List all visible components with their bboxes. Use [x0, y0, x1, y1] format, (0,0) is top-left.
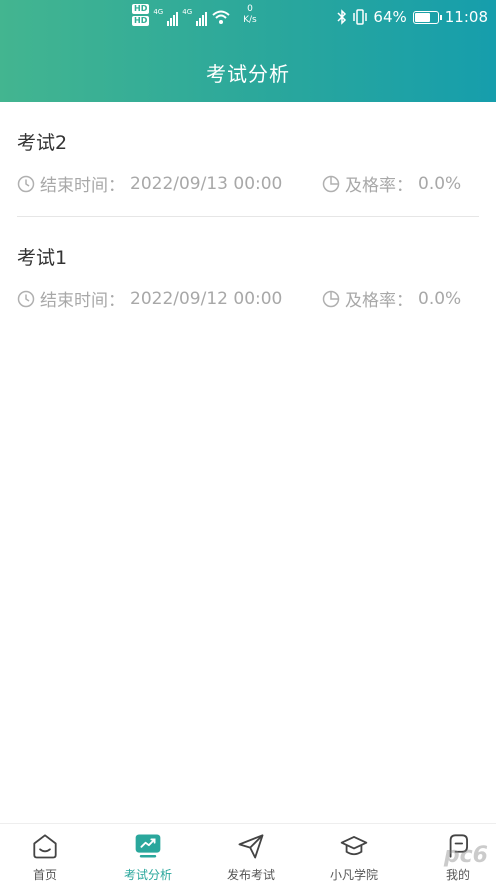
status-left: HD HD 4G 4G 0 K/s: [132, 4, 257, 26]
pie-chart-icon: [322, 290, 340, 307]
clock: 11:08: [444, 8, 488, 26]
tab-label: 首页: [32, 868, 57, 882]
exam-list: 考试2 结束时间： 2022/09/13 00:00 及格率： 0.0% 考试1…: [0, 102, 496, 332]
chart-icon: [135, 834, 161, 858]
tab-label: 我的: [445, 868, 470, 882]
tab-label: 发布考试: [226, 868, 275, 882]
page-title: 考试分析: [206, 62, 290, 86]
end-time-row: 结束时间： 2022/09/13 00:00: [17, 171, 282, 196]
status-bar: HD HD 4G 4G 0 K/s 64% 11:08: [0, 0, 496, 38]
battery-percent: 64%: [373, 8, 407, 26]
tab-label: 考试分析: [123, 868, 172, 882]
home-icon: [33, 834, 57, 859]
battery-fill: [414, 12, 431, 22]
exam-item[interactable]: 考试2 结束时间： 2022/09/13 00:00 及格率： 0.0%: [0, 102, 496, 217]
tab-exam-analysis[interactable]: 考试分析: [98, 824, 198, 883]
hd-badge: HD: [132, 16, 150, 26]
end-time-value: 2022/09/12 00:00: [130, 288, 283, 309]
net-speed: 0 K/s: [243, 4, 257, 26]
end-time-label: 结束时间：: [40, 176, 125, 196]
signal-icon: [167, 8, 179, 26]
send-icon: [238, 834, 264, 859]
signal-icon: [196, 8, 208, 26]
tab-label: 小凡学院: [329, 868, 378, 882]
exam-item[interactable]: 考试1 结束时间： 2022/09/12 00:00 及格率： 0.0%: [0, 217, 496, 332]
end-time-label: 结束时间：: [40, 291, 125, 311]
exam-name: 考试2: [17, 132, 68, 154]
pass-rate-row: 及格率： 0.0%: [322, 286, 461, 311]
battery-icon: [412, 10, 442, 24]
exam-name: 考试1: [17, 247, 68, 269]
hd-badge: HD: [132, 4, 150, 14]
pie-chart-icon: [322, 175, 340, 192]
net-speed-unit: K/s: [243, 15, 257, 25]
bluetooth-icon: [337, 9, 347, 25]
bottom-tab-bar: 首页 考试分析 发布考试 小凡学院 我的: [0, 823, 496, 882]
graduation-cap-icon: [340, 836, 368, 856]
signal-type: 4G: [182, 8, 193, 16]
end-time-row: 结束时间： 2022/09/12 00:00: [17, 286, 282, 311]
pass-rate-value: 0.0%: [418, 173, 462, 194]
watermark: pc6: [443, 843, 488, 868]
wifi-icon: [212, 10, 230, 24]
tab-home[interactable]: 首页: [0, 824, 95, 883]
clock-icon: [17, 175, 35, 192]
signal-type: 4G: [153, 8, 164, 16]
pass-rate-label: 及格率：: [345, 176, 413, 196]
clock-icon: [17, 290, 35, 307]
pass-rate-value: 0.0%: [418, 288, 462, 309]
pass-rate-label: 及格率：: [345, 291, 413, 311]
end-time-value: 2022/09/13 00:00: [130, 173, 283, 194]
vibrate-icon: [353, 9, 368, 25]
tab-publish-exam[interactable]: 发布考试: [201, 824, 301, 883]
net-speed-value: 0: [247, 4, 253, 14]
tab-academy[interactable]: 小凡学院: [304, 824, 404, 883]
hd-indicators: HD HD: [132, 4, 150, 26]
pass-rate-row: 及格率： 0.0%: [322, 171, 461, 196]
status-right: 64% 11:08: [337, 8, 488, 26]
app-header: HD HD 4G 4G 0 K/s 64% 11:08 考试分析: [0, 0, 496, 102]
